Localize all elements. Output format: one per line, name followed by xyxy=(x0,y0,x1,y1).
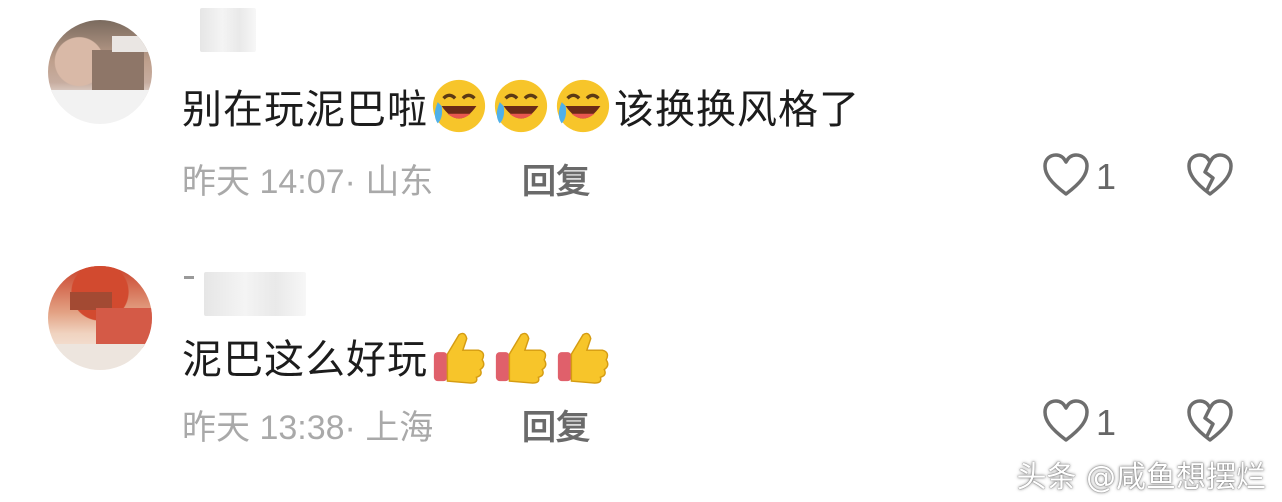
like-button[interactable]: 1 xyxy=(1042,152,1116,202)
comment-text: 别在玩泥巴啦 该换换风格了 xyxy=(182,76,860,136)
comment-item: 泥巴这么好玩 昨天 13:38· 上海 回复 1 xyxy=(0,246,1282,476)
laughing-emoji-icon xyxy=(554,77,612,135)
username-blurred[interactable] xyxy=(204,272,306,316)
dislike-button[interactable] xyxy=(1186,152,1234,202)
comment-time: 昨天 14:07 xyxy=(182,163,345,201)
comment-location: 上海 xyxy=(365,409,434,447)
like-button[interactable]: 1 xyxy=(1042,398,1116,448)
broken-heart-icon xyxy=(1186,153,1234,202)
laughing-emoji-icon xyxy=(492,77,550,135)
avatar[interactable] xyxy=(48,266,152,370)
comment-text-before: 别在玩泥巴啦 xyxy=(182,87,428,133)
dislike-button[interactable] xyxy=(1186,398,1234,448)
laughing-emoji-icon xyxy=(430,77,488,135)
comment-time: 昨天 13:38 xyxy=(182,409,345,447)
comment-location: 山东 xyxy=(365,163,434,201)
reply-button[interactable]: 回复 xyxy=(522,400,590,449)
like-count: 1 xyxy=(1096,156,1117,197)
thumbs-up-icon xyxy=(430,327,488,385)
avatar[interactable] xyxy=(48,20,152,124)
comment-meta: 昨天 13:38· 上海 xyxy=(182,409,434,447)
thumbs-up-icon xyxy=(492,327,550,385)
comment-text-after: 该换换风格了 xyxy=(614,87,860,133)
broken-heart-icon xyxy=(1186,399,1234,448)
heart-icon xyxy=(1042,152,1090,202)
comment-item: 别在玩泥巴啦 该换换风格了 昨天 14:07· 山东 回复 1 xyxy=(0,0,1282,230)
reply-button[interactable]: 回复 xyxy=(522,154,590,203)
thumbs-up-icon xyxy=(554,327,612,385)
heart-icon xyxy=(1042,398,1090,448)
comment-meta: 昨天 14:07· 山东 xyxy=(182,163,434,201)
username-blurred[interactable] xyxy=(200,8,256,52)
watermark: 头条 @咸鱼想摆烂 xyxy=(1016,460,1266,495)
comment-text: 泥巴这么好玩 xyxy=(182,326,614,386)
comment-text-before: 泥巴这么好玩 xyxy=(182,337,428,383)
like-count: 1 xyxy=(1096,402,1117,443)
